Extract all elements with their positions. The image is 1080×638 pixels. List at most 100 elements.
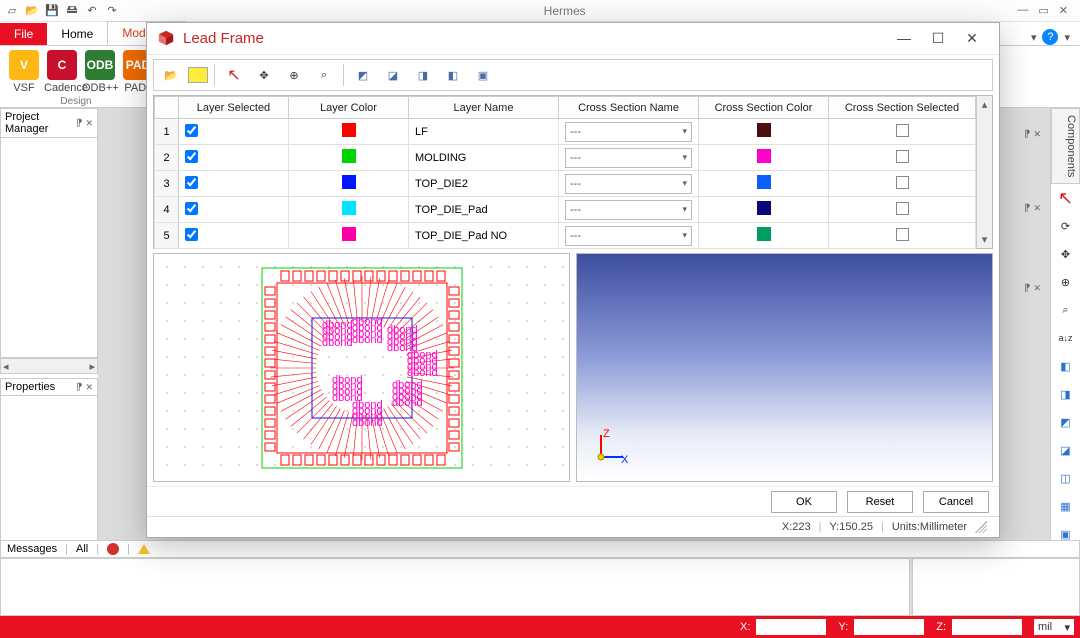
view-3d[interactable]: Z X xyxy=(576,253,993,482)
pin-icon[interactable] xyxy=(1024,282,1030,294)
cs-selected-cell[interactable] xyxy=(829,119,976,145)
dialog-maximize-icon[interactable]: ☐ xyxy=(921,30,955,47)
messages-tab-all[interactable]: All xyxy=(76,543,88,555)
dialog-titlebar[interactable]: Lead Frame — ☐ ✕ xyxy=(147,23,999,55)
cs-selected-cell[interactable] xyxy=(829,197,976,223)
cs-name-dropdown[interactable]: ---▾ xyxy=(565,148,692,168)
zoom-fit-icon[interactable]: ⊕ xyxy=(281,62,307,88)
cs-selected-checkbox[interactable] xyxy=(896,176,909,189)
resize-grip-icon[interactable] xyxy=(975,521,987,533)
cs-color-cell[interactable] xyxy=(699,145,829,171)
iso-view-icon[interactable]: ◨ xyxy=(410,62,436,88)
table-vscroll[interactable]: ▴▾ xyxy=(976,96,992,248)
cs-color-cell[interactable] xyxy=(699,223,829,249)
layer-selected-cell[interactable] xyxy=(179,119,289,145)
restore-icon[interactable]: ▭ xyxy=(1038,4,1048,17)
cs-selected-checkbox[interactable] xyxy=(896,228,909,241)
axis-label-icon[interactable]: a↓z xyxy=(1053,325,1079,351)
pin-icon[interactable] xyxy=(76,381,82,393)
select-arrow-icon[interactable]: ↖ xyxy=(1053,185,1079,211)
close-icon[interactable] xyxy=(85,381,93,393)
cube-view-icon[interactable]: ◪ xyxy=(1053,437,1079,463)
col-cs-color[interactable]: Cross Section Color xyxy=(699,97,829,119)
status-y-input[interactable] xyxy=(854,619,924,635)
cs-color-swatch[interactable] xyxy=(757,149,771,163)
cube-view-icon[interactable]: ◧ xyxy=(1053,353,1079,379)
status-z-input[interactable] xyxy=(952,619,1022,635)
close-icon[interactable]: ✕ xyxy=(1059,4,1068,17)
close-icon[interactable] xyxy=(1033,202,1041,214)
dialog-close-icon[interactable]: ✕ xyxy=(955,30,989,47)
cs-name-dropdown[interactable]: ---▾ xyxy=(565,226,692,246)
cs-selected-cell[interactable] xyxy=(829,171,976,197)
col-layer-name[interactable]: Layer Name xyxy=(409,97,559,119)
pin-icon[interactable] xyxy=(1024,128,1030,140)
layer-selected-checkbox[interactable] xyxy=(185,150,198,163)
cs-selected-cell[interactable] xyxy=(829,145,976,171)
iso-view-icon[interactable]: ▣ xyxy=(470,62,496,88)
tab-home[interactable]: Home xyxy=(47,23,107,45)
cs-name-cell[interactable]: ---▾ xyxy=(559,223,699,249)
error-icon[interactable] xyxy=(107,543,119,555)
open-icon[interactable]: 📂 xyxy=(24,3,40,19)
status-unit-select[interactable]: mil▾ xyxy=(1034,619,1074,635)
layer-selected-cell[interactable] xyxy=(179,223,289,249)
iso-view-icon[interactable]: ◪ xyxy=(380,62,406,88)
zoom-window-icon[interactable]: ⌕ xyxy=(311,62,337,88)
cs-name-cell[interactable]: ---▾ xyxy=(559,145,699,171)
cube-view-icon[interactable]: ◨ xyxy=(1053,381,1079,407)
iso-view-icon[interactable]: ◧ xyxy=(440,62,466,88)
layer-selected-checkbox[interactable] xyxy=(185,124,198,137)
ok-button[interactable]: OK xyxy=(771,491,837,513)
cs-color-cell[interactable] xyxy=(699,197,829,223)
cs-color-swatch[interactable] xyxy=(757,227,771,241)
cs-name-cell[interactable]: ---▾ xyxy=(559,197,699,223)
messages-tab[interactable]: Messages xyxy=(7,543,57,555)
help-caret2-icon[interactable]: ▾ xyxy=(1064,31,1070,44)
tab-file[interactable]: File xyxy=(0,23,47,45)
select-icon[interactable]: ↖ xyxy=(221,62,247,88)
layer-color-cell[interactable] xyxy=(289,145,409,171)
save-icon[interactable]: 💾 xyxy=(44,3,60,19)
properties-header[interactable]: Properties xyxy=(0,378,98,396)
close-icon[interactable] xyxy=(1033,282,1041,294)
col-cs-selected[interactable]: Cross Section Selected xyxy=(829,97,976,119)
project-manager-hscroll[interactable]: ◂▸ xyxy=(0,358,98,374)
help-caret-icon[interactable]: ▾ xyxy=(1031,31,1037,44)
cs-selected-checkbox[interactable] xyxy=(896,124,909,137)
redo-icon[interactable]: ↷ xyxy=(104,3,120,19)
close-icon[interactable] xyxy=(1033,128,1041,140)
layer-color-swatch[interactable] xyxy=(342,227,356,241)
status-x-input[interactable] xyxy=(756,619,826,635)
cube-view-icon[interactable]: ◫ xyxy=(1053,465,1079,491)
project-manager-header[interactable]: Project Manager xyxy=(0,108,98,138)
warning-icon[interactable] xyxy=(138,544,150,554)
cs-color-cell[interactable] xyxy=(699,119,829,145)
cs-color-swatch[interactable] xyxy=(757,123,771,137)
cs-color-swatch[interactable] xyxy=(757,201,771,215)
components-tab[interactable]: Components xyxy=(1051,108,1080,184)
layer-selected-cell[interactable] xyxy=(179,145,289,171)
col-layer-color[interactable]: Layer Color xyxy=(289,97,409,119)
cs-color-swatch[interactable] xyxy=(757,175,771,189)
col-cs-name[interactable]: Cross Section Name xyxy=(559,97,699,119)
view-2d[interactable]: dbonddbonddbonddbonddbonddbonddbonddbond… xyxy=(153,253,570,482)
pin-icon[interactable] xyxy=(76,117,82,129)
layer-color-cell[interactable] xyxy=(289,119,409,145)
cs-color-cell[interactable] xyxy=(699,171,829,197)
zoom-area-icon[interactable]: ⌕ xyxy=(1053,297,1079,323)
cs-name-cell[interactable]: ---▾ xyxy=(559,119,699,145)
save-all-icon[interactable]: 🖴 xyxy=(64,3,80,19)
col-layer-selected[interactable]: Layer Selected xyxy=(179,97,289,119)
iso-view-icon[interactable]: ◩ xyxy=(350,62,376,88)
close-icon[interactable] xyxy=(85,117,93,129)
move-icon[interactable]: ✥ xyxy=(251,62,277,88)
minimize-icon[interactable]: — xyxy=(1017,4,1028,17)
open-folder-icon[interactable]: 📂 xyxy=(158,62,184,88)
cs-selected-checkbox[interactable] xyxy=(896,202,909,215)
layer-selected-cell[interactable] xyxy=(179,171,289,197)
layer-selected-checkbox[interactable] xyxy=(185,176,198,189)
layer-color-swatch[interactable] xyxy=(342,175,356,189)
pin-icon[interactable] xyxy=(1024,202,1030,214)
layer-color-swatch[interactable] xyxy=(342,201,356,215)
